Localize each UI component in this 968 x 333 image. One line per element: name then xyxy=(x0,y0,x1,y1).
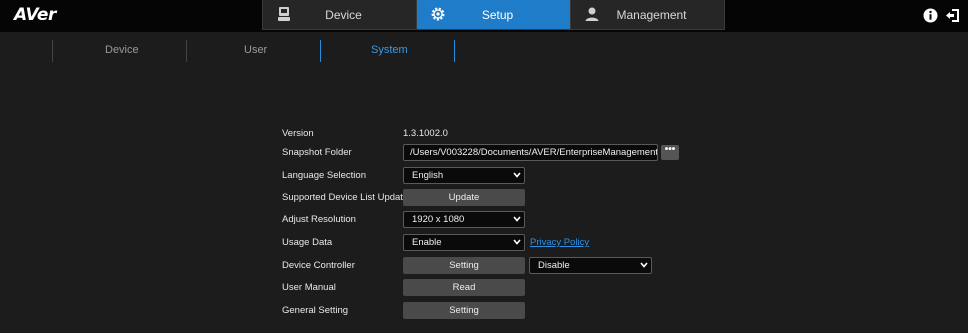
info-icon[interactable] xyxy=(923,8,938,23)
chevron-down-icon xyxy=(640,262,648,268)
user-icon xyxy=(584,6,600,22)
aver-logo: AVer xyxy=(14,5,56,25)
language-select-value: English xyxy=(412,170,444,181)
device-icon xyxy=(276,6,292,22)
resolution-select[interactable]: 1920 x 1080 xyxy=(403,211,525,228)
resolution-select-value: 1920 x 1080 xyxy=(412,214,465,225)
sub-tab-device[interactable]: Device xyxy=(105,44,139,56)
chevron-down-icon xyxy=(513,172,521,178)
sub-tabs: Device User System xyxy=(0,40,968,62)
chevron-down-icon xyxy=(513,216,521,222)
sub-tab-divider xyxy=(186,40,187,62)
read-button[interactable]: Read xyxy=(403,279,525,296)
tab-management[interactable]: Management xyxy=(570,0,724,29)
general-setting-row: General Setting Setting xyxy=(0,302,968,320)
update-button[interactable]: Update xyxy=(403,189,525,206)
sub-tab-system[interactable]: System xyxy=(371,44,408,56)
device-controller-select[interactable]: Disable xyxy=(529,257,652,274)
usage-data-row: Usage Data Enable Privacy Policy xyxy=(0,234,968,252)
resolution-row: Adjust Resolution 1920 x 1080 xyxy=(0,211,968,229)
gear-icon xyxy=(430,6,446,22)
top-icons xyxy=(923,8,960,23)
sub-tab-divider xyxy=(52,40,53,62)
browse-folder-button[interactable]: ••• xyxy=(661,145,679,160)
device-list-update-row: Supported Device List Update Update xyxy=(0,189,968,207)
user-manual-label: User Manual xyxy=(282,282,336,293)
tab-device[interactable]: Device xyxy=(263,0,416,29)
tab-setup-label: Setup xyxy=(481,7,514,22)
device-list-update-label: Supported Device List Update xyxy=(282,192,409,203)
version-value: 1.3.1002.0 xyxy=(403,128,448,139)
chevron-down-icon xyxy=(513,239,521,245)
usage-data-label: Usage Data xyxy=(282,237,333,248)
language-select[interactable]: English xyxy=(403,167,525,184)
tab-device-label: Device xyxy=(325,7,362,22)
sub-tab-divider-active xyxy=(320,40,321,62)
top-bar: AVer Device Setup Management xyxy=(0,0,968,32)
sub-tab-divider-active xyxy=(454,40,455,62)
version-row: Version 1.3.1002.0 xyxy=(0,125,968,143)
device-controller-select-value: Disable xyxy=(538,260,570,271)
main-tabs: Device Setup Management xyxy=(262,0,725,30)
snapshot-folder-label: Snapshot Folder xyxy=(282,147,352,158)
tab-setup[interactable]: Setup xyxy=(416,0,570,29)
language-label: Language Selection xyxy=(282,170,366,181)
general-setting-button[interactable]: Setting xyxy=(403,302,525,319)
general-setting-label: General Setting xyxy=(282,305,349,316)
device-controller-label: Device Controller xyxy=(282,260,355,271)
snapshot-folder-row: Snapshot Folder /Users/V003228/Documents… xyxy=(0,144,968,162)
device-controller-row: Device Controller Setting Disable xyxy=(0,257,968,275)
usage-data-select-value: Enable xyxy=(412,237,442,248)
snapshot-folder-input[interactable]: /Users/V003228/Documents/AVER/Enterprise… xyxy=(403,144,658,161)
language-row: Language Selection English xyxy=(0,167,968,185)
resolution-label: Adjust Resolution xyxy=(282,214,356,225)
version-label: Version xyxy=(282,128,314,139)
device-controller-setting-button[interactable]: Setting xyxy=(403,257,525,274)
privacy-policy-link[interactable]: Privacy Policy xyxy=(530,237,589,248)
usage-data-select[interactable]: Enable xyxy=(403,234,525,251)
logout-icon[interactable] xyxy=(945,8,960,23)
user-manual-row: User Manual Read xyxy=(0,279,968,297)
sub-tab-user[interactable]: User xyxy=(244,44,267,56)
tab-management-label: Management xyxy=(616,7,687,22)
